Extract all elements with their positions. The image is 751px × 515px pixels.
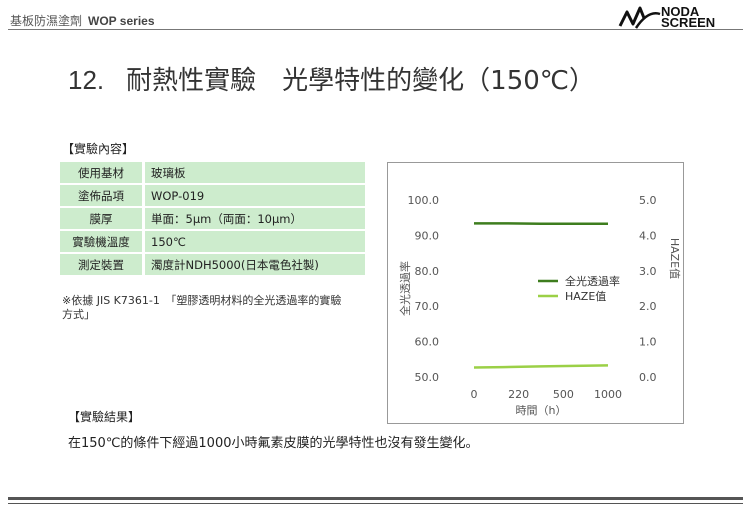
title-text: 耐熱性實驗 光學特性的變化（150℃） xyxy=(126,66,595,96)
condition-value: 150℃ xyxy=(145,231,365,252)
condition-key: 測定裝置 xyxy=(60,254,145,275)
noda-screen-logo: NODA SCREEN xyxy=(618,4,748,34)
optical-property-chart: 50.0 60.0 70.0 80.0 90.0 100.0 0.0 1.0 2.0 3.0 4.0… xyxy=(387,162,684,424)
condition-value: 玻璃板 xyxy=(145,162,365,183)
y2-tick-label: 5.0 xyxy=(639,194,657,207)
logo-line-2: SCREEN xyxy=(661,15,716,30)
conditions-table: 使用基材 玻璃板 塗佈品項 WOP-019 膜厚 単面：5μm（両面：10μm） 實驗… xyxy=(60,160,365,277)
title-number: 12. xyxy=(68,65,105,95)
table-row: 塗佈品項 WOP-019 xyxy=(60,185,365,206)
condition-key: 塗佈品項 xyxy=(60,185,145,206)
y2-tick-label: 0.0 xyxy=(639,371,657,384)
condition-value: WOP-019 xyxy=(145,185,365,206)
x-axis-label: 時間（h） xyxy=(516,404,567,417)
table-row: 膜厚 単面：5μm（両面：10μm） xyxy=(60,208,365,229)
y2-tick-label: 2.0 xyxy=(639,300,657,313)
chart-canvas: 50.0 60.0 70.0 80.0 90.0 100.0 0.0 1.0 2.0 3.0 4.0… xyxy=(398,194,681,417)
x-tick-label: 0 xyxy=(471,388,478,401)
legend-label: HAZE值 xyxy=(565,290,606,303)
table-row: 測定裝置 濁度計NDH5000(日本電色社製) xyxy=(60,254,365,275)
y2-tick-label: 4.0 xyxy=(639,229,657,242)
conclusion-text: 在150℃的條件下經過1000小時氟素皮膜的光學特性也沒有發生變化。 xyxy=(68,436,479,451)
y2-tick-label: 1.0 xyxy=(639,336,657,349)
table-row: 使用基材 玻璃板 xyxy=(60,162,365,183)
x-tick-label: 500 xyxy=(553,388,574,401)
y-axis-label: 全光透過率 xyxy=(398,261,412,316)
condition-key: 使用基材 xyxy=(60,162,145,183)
y-tick-label: 70.0 xyxy=(415,300,440,313)
condition-value: 濁度計NDH5000(日本電色社製) xyxy=(145,254,365,275)
header-series: 基板防濕塗劑 WOP series xyxy=(10,12,155,29)
y-tick-label: 100.0 xyxy=(408,194,440,207)
footer-divider-thin xyxy=(8,503,743,504)
condition-value: 単面：5μm（両面：10μm） xyxy=(145,208,365,229)
series-line-2 xyxy=(473,364,609,369)
content-label: 【實驗內容】 xyxy=(62,142,135,156)
standard-note: ※依據 JIS K7361-1 「塑膠透明材料的全光透過率的實驗方式」 xyxy=(62,294,342,321)
y2-tick-label: 3.0 xyxy=(639,265,657,278)
y-tick-label: 50.0 xyxy=(415,371,440,384)
legend-label: 全光透過率 xyxy=(565,274,620,288)
result-label: 【實驗結果】 xyxy=(68,410,141,424)
x-tick-label: 1000 xyxy=(594,388,622,401)
logo-mark-icon xyxy=(618,6,661,29)
y-tick-label: 80.0 xyxy=(415,265,440,278)
y-tick-label: 90.0 xyxy=(415,229,440,242)
condition-key: 實驗機溫度 xyxy=(60,231,145,252)
table-row: 實驗機溫度 150℃ xyxy=(60,231,365,252)
series-text: 基板防濕塗劑 xyxy=(10,14,83,28)
y-tick-label: 60.0 xyxy=(415,336,440,349)
footer-divider-thick xyxy=(8,497,743,500)
y2-axis-label: HAZE值 xyxy=(668,238,681,279)
page-title: 12. 耐熱性實驗 光學特性的變化（150℃） xyxy=(68,60,595,97)
x-tick-label: 220 xyxy=(508,388,529,401)
condition-key: 膜厚 xyxy=(60,208,145,229)
series-name: WOP series xyxy=(88,14,155,28)
